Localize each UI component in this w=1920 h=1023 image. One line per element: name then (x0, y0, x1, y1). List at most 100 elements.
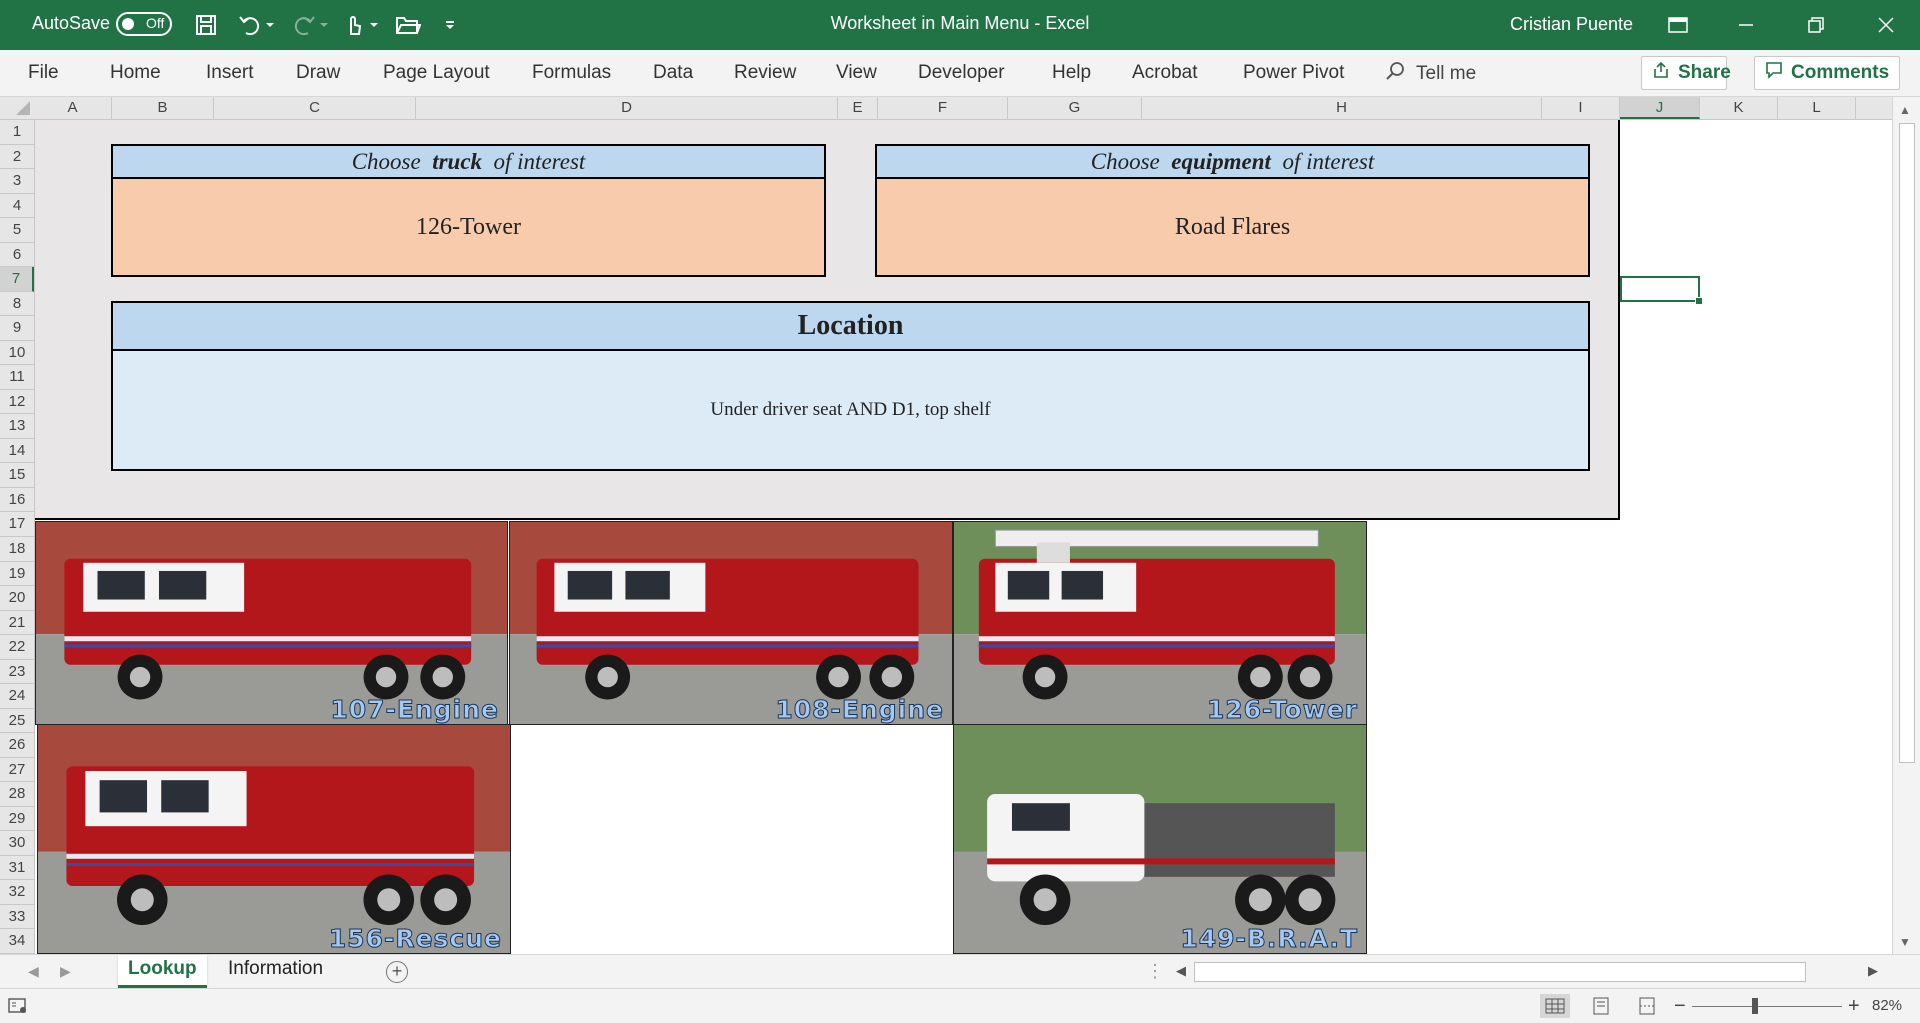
add-sheet-icon[interactable]: + (386, 961, 408, 983)
undo-dropdown-icon[interactable] (262, 11, 278, 39)
row-header[interactable]: 8 (0, 292, 34, 317)
row-header[interactable]: 5 (0, 218, 34, 243)
column-header[interactable]: L (1778, 97, 1856, 119)
column-header[interactable]: H (1142, 97, 1542, 119)
tab-draw[interactable]: Draw (296, 62, 340, 84)
vertical-scroll-thumb[interactable] (1899, 123, 1915, 763)
scroll-down-icon[interactable]: ▼ (1899, 935, 1911, 949)
zoom-out-button[interactable]: − (1674, 995, 1686, 1018)
restore-icon[interactable] (1796, 8, 1836, 42)
row-header[interactable]: 16 (0, 488, 34, 513)
row-header[interactable]: 7 (0, 267, 34, 292)
truck-photo-108-engine[interactable]: 108-Engine (509, 521, 953, 725)
page-layout-view-icon[interactable] (1586, 994, 1616, 1018)
close-icon[interactable] (1866, 8, 1906, 42)
redo-dropdown-icon[interactable] (316, 11, 332, 39)
row-header[interactable]: 12 (0, 390, 34, 415)
ribbon-display-icon[interactable] (1658, 8, 1698, 42)
column-header-selected[interactable]: J (1620, 97, 1700, 119)
zoom-in-button[interactable]: + (1848, 995, 1860, 1018)
tab-help[interactable]: Help (1052, 62, 1091, 84)
customize-qat-icon[interactable] (440, 11, 460, 39)
open-folder-icon[interactable] (394, 11, 422, 39)
undo-icon[interactable] (236, 11, 264, 39)
horizontal-scrollbar[interactable]: ◀ ▶ (1172, 960, 1884, 984)
row-header[interactable]: 24 (0, 684, 34, 709)
truck-photo-107-engine[interactable]: 107-Engine (35, 521, 508, 725)
redo-icon[interactable] (290, 11, 318, 39)
scroll-left-icon[interactable]: ◀ (1176, 963, 1186, 979)
column-header[interactable]: G (1008, 97, 1142, 119)
row-header[interactable]: 21 (0, 611, 34, 636)
column-header[interactable]: I (1542, 97, 1620, 119)
normal-view-icon[interactable] (1540, 994, 1570, 1018)
touch-mode-dropdown-icon[interactable] (366, 11, 382, 39)
row-header[interactable]: 26 (0, 733, 34, 758)
scroll-up-icon[interactable]: ▲ (1899, 103, 1911, 117)
tab-acrobat[interactable]: Acrobat (1132, 62, 1197, 84)
column-header[interactable]: C (214, 97, 416, 119)
row-header[interactable]: 33 (0, 905, 34, 930)
autosave-toggle[interactable]: Off (116, 12, 172, 36)
row-header[interactable]: 10 (0, 341, 34, 366)
tell-me-search[interactable]: Tell me (1384, 60, 1476, 88)
row-header[interactable]: 6 (0, 243, 34, 268)
sheet-prev-icon[interactable]: ◀ (28, 963, 39, 980)
row-header[interactable]: 23 (0, 660, 34, 685)
column-header[interactable]: A (34, 97, 112, 119)
row-header[interactable]: 27 (0, 758, 34, 783)
row-header[interactable]: 19 (0, 562, 34, 587)
row-header[interactable]: 2 (0, 145, 34, 170)
row-header[interactable]: 30 (0, 831, 34, 856)
row-header[interactable]: 15 (0, 463, 34, 488)
tab-formulas[interactable]: Formulas (532, 62, 611, 84)
truck-select-cell[interactable]: 126-Tower (111, 179, 826, 277)
row-header[interactable]: 3 (0, 169, 34, 194)
scroll-right-icon[interactable]: ▶ (1868, 963, 1878, 979)
row-header[interactable]: 31 (0, 856, 34, 881)
tab-data[interactable]: Data (653, 62, 693, 84)
share-button[interactable]: Share (1641, 56, 1731, 90)
row-header[interactable]: 18 (0, 537, 34, 562)
row-header[interactable]: 9 (0, 316, 34, 341)
tab-review[interactable]: Review (734, 62, 796, 84)
split-handle-icon[interactable]: ⋮ (1146, 961, 1164, 982)
column-header[interactable]: F (878, 97, 1008, 119)
user-name[interactable]: Cristian Puente (1510, 14, 1633, 35)
row-header[interactable]: 32 (0, 880, 34, 905)
row-header[interactable]: 20 (0, 586, 34, 611)
macro-record-icon[interactable] (8, 997, 28, 1020)
sheet-next-icon[interactable]: ▶ (60, 963, 71, 980)
page-break-view-icon[interactable] (1632, 994, 1662, 1018)
tab-file[interactable]: File (28, 62, 59, 84)
row-header[interactable]: 29 (0, 807, 34, 832)
column-header[interactable]: K (1700, 97, 1778, 119)
tab-home[interactable]: Home (110, 62, 161, 84)
column-header[interactable]: B (112, 97, 214, 119)
row-header[interactable]: 14 (0, 439, 34, 464)
sheet-tab-information[interactable]: Information (218, 955, 333, 985)
save-icon[interactable] (192, 11, 220, 39)
truck-photo-126-tower[interactable]: 126-Tower (953, 521, 1367, 725)
zoom-slider-knob[interactable] (1752, 998, 1758, 1014)
row-header[interactable]: 25 (0, 709, 34, 734)
truck-photo-156-rescue[interactable]: 156-Rescue (37, 724, 511, 954)
worksheet-grid[interactable]: Choose truck of interest 126-Tower Choos… (35, 120, 1892, 954)
truck-photo-149-brat[interactable]: 149-B.R.A.T (953, 724, 1367, 954)
selected-cell[interactable] (1620, 276, 1703, 305)
tab-view[interactable]: View (836, 62, 877, 84)
tab-page-layout[interactable]: Page Layout (383, 62, 490, 84)
tab-power-pivot[interactable]: Power Pivot (1243, 62, 1344, 84)
vertical-scrollbar[interactable]: ▲ ▼ (1892, 97, 1920, 954)
horizontal-scroll-thumb[interactable] (1194, 962, 1806, 982)
tab-insert[interactable]: Insert (206, 62, 254, 84)
touch-mode-icon[interactable] (340, 11, 368, 39)
row-header[interactable]: 34 (0, 929, 34, 954)
row-header[interactable]: 13 (0, 414, 34, 439)
row-header[interactable]: 22 (0, 635, 34, 660)
column-header[interactable]: E (838, 97, 878, 119)
zoom-level[interactable]: 82% (1872, 997, 1902, 1014)
tab-developer[interactable]: Developer (918, 62, 1005, 84)
minimize-icon[interactable] (1726, 8, 1766, 42)
sheet-tab-lookup[interactable]: Lookup (118, 955, 207, 988)
